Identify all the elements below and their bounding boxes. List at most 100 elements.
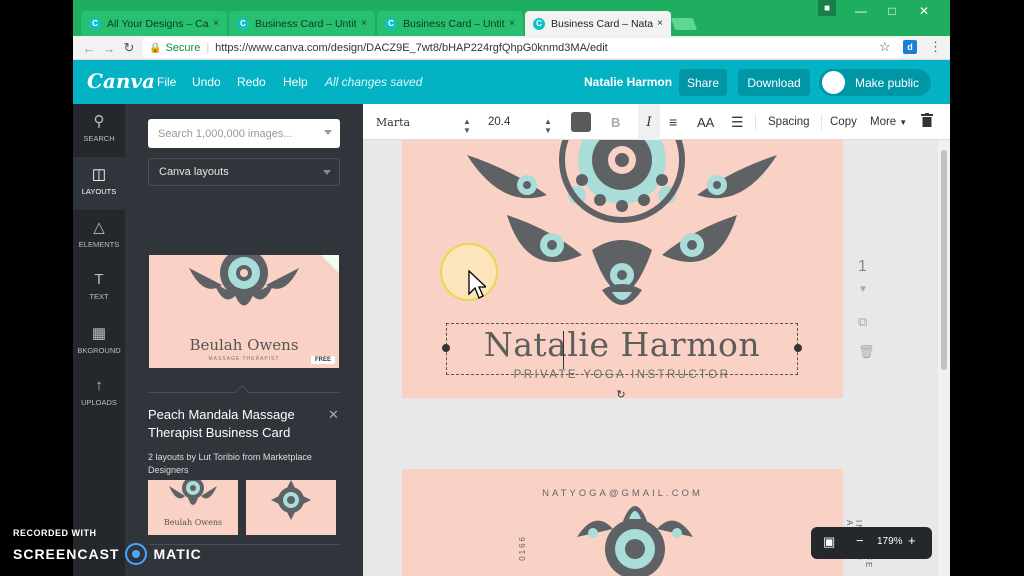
zoom-level[interactable]: 179% (877, 536, 903, 547)
reload-icon[interactable]: ↻ (121, 40, 137, 56)
delete-page-icon[interactable]: 🗑 (858, 344, 875, 360)
card-page-2[interactable] (402, 469, 843, 576)
page-down-icon[interactable]: ▼ (858, 284, 868, 295)
sidenav-text[interactable]: T TEXT (73, 263, 125, 316)
extension-icon[interactable]: d (903, 40, 917, 54)
tab-close-icon[interactable]: × (657, 18, 663, 29)
layout-thumbnail[interactable]: Beulah Owens MASSAGE THERAPIST FREE (149, 255, 339, 368)
minimize-icon[interactable]: — (848, 2, 874, 20)
sidenav-background[interactable]: ▦ BKGROUND (73, 316, 125, 369)
trash-icon[interactable] (921, 113, 933, 127)
layout-option-2[interactable] (246, 480, 336, 535)
tab-business-card-2[interactable]: C Business Card – Untitled × (377, 11, 523, 36)
chevron-down-icon (323, 170, 331, 175)
tab-all-designs[interactable]: C All Your Designs – Canva × (81, 11, 227, 36)
layouts-panel: Search 1,000,000 images... Canva layouts (125, 104, 363, 576)
bold-button[interactable]: B (611, 104, 620, 140)
user-profile-icon[interactable]: ■ (818, 0, 836, 16)
tab-close-icon[interactable]: × (361, 18, 367, 29)
close-window-icon[interactable]: ✕ (911, 2, 937, 20)
tab-close-icon[interactable]: × (509, 18, 515, 29)
url-separator: | (206, 42, 210, 54)
free-badge: FREE (310, 356, 335, 364)
make-public-toggle[interactable]: Make public (819, 69, 931, 96)
tab-label: All Your Designs – Canva (107, 17, 209, 30)
sidenav-layouts[interactable]: ◫ LAYOUTS (73, 157, 125, 210)
download-button[interactable]: Download (738, 69, 810, 96)
menu-undo[interactable]: Undo (192, 75, 221, 89)
text-caret (563, 331, 564, 369)
mini-name: Beulah Owens (163, 518, 223, 527)
tab-business-card-1[interactable]: C Business Card – Untitled × (229, 11, 375, 36)
scrollbar-thumb[interactable] (941, 150, 947, 370)
text-case-button[interactable]: AA (697, 104, 714, 140)
search-icon: ⚲ (93, 113, 105, 130)
sidenav-uploads[interactable]: ↑ UPLOADS (73, 369, 125, 422)
thumb-name: Beulah Owens (189, 336, 299, 354)
canva-favicon-icon: C (237, 17, 249, 30)
tab-business-card-natalie[interactable]: C Business Card – Natalie H × (525, 11, 671, 36)
sidenav-search[interactable]: ⚲ SEARCH (73, 104, 125, 157)
maximize-icon[interactable]: □ (879, 2, 905, 20)
sidenav-elements[interactable]: △ ELEMENTS (73, 210, 125, 263)
canva-favicon-icon: C (533, 17, 545, 30)
save-status: All changes saved (325, 75, 423, 89)
copy-button[interactable]: Copy (830, 104, 857, 140)
canva-logo[interactable]: Canva (87, 69, 155, 93)
zoom-in-button[interactable]: + (908, 533, 916, 548)
card-email-text[interactable]: NATYOGA@GMAIL.COM (402, 488, 843, 499)
card-vertical-phone[interactable]: 0166 (518, 535, 527, 561)
upload-icon: ↑ (95, 377, 103, 394)
user-name[interactable]: Natalie Harmon (584, 75, 672, 89)
select-value: Canva layouts (159, 166, 229, 178)
layout-option-1[interactable]: Beulah Owens (148, 480, 238, 535)
make-public-label: Make public (855, 75, 920, 90)
italic-button[interactable]: I (638, 104, 660, 140)
background-icon: ▦ (91, 325, 107, 342)
layout-source-select[interactable]: Canva layouts (148, 158, 340, 186)
bookmark-star-icon[interactable]: ☆ (879, 39, 891, 55)
new-tab-button[interactable] (670, 18, 698, 30)
font-size-field[interactable]: 20.4 (488, 104, 510, 140)
text-color-swatch[interactable] (571, 112, 591, 132)
font-updown-icon[interactable]: ▲ ▼ (463, 117, 471, 135)
align-center-icon[interactable]: ≡ (669, 104, 677, 140)
rotate-handle-icon[interactable]: ↻ (614, 388, 628, 402)
mandala-graphic (467, 140, 777, 305)
toolbar-divider (821, 114, 822, 130)
list-icon[interactable]: ☰ (731, 104, 744, 140)
menu-help[interactable]: Help (283, 75, 308, 89)
more-button[interactable]: More ▼ (870, 104, 907, 140)
present-icon[interactable]: ▣ (823, 534, 835, 550)
size-updown-icon[interactable]: ▲ ▼ (544, 117, 552, 135)
share-button[interactable]: Share (679, 69, 727, 96)
menu-redo[interactable]: Redo (237, 75, 266, 89)
url-field[interactable]: 🔒 Secure | https://www.canva.com/design/… (143, 38, 903, 58)
spacing-button[interactable]: Spacing (768, 104, 810, 140)
more-label: More (870, 116, 897, 128)
tab-close-icon[interactable]: × (213, 18, 219, 29)
mandala-graphic (169, 480, 217, 505)
card-subtitle-text[interactable]: PRIVATE YOGA INSTRUCTOR (446, 369, 798, 381)
back-icon[interactable]: ← (81, 40, 97, 56)
image-search-input[interactable]: Search 1,000,000 images... (148, 119, 340, 148)
card-name-text[interactable]: Natalie Harmon (446, 325, 798, 364)
tab-label: Business Card – Untitled (255, 17, 357, 30)
font-select[interactable]: Marta (376, 104, 410, 140)
side-nav: ⚲ SEARCH ◫ LAYOUTS △ ELEMENTS T TEXT ▦ B… (73, 104, 125, 576)
lock-icon: 🔒 (149, 42, 162, 54)
browser-menu-icon[interactable]: ⋮ (929, 39, 942, 55)
canva-header: Canva File Undo Redo Help All changes sa… (73, 60, 950, 104)
watermark-screencast: SCREENCAST (13, 546, 120, 562)
right-letterbox (950, 0, 1024, 576)
chevron-down-icon: ▼ (899, 117, 908, 127)
menu-file[interactable]: File (157, 75, 176, 89)
layout-description: 2 layouts by Lut Toribio from Marketplac… (148, 452, 312, 475)
mandala-graphic (189, 255, 299, 306)
zoom-out-button[interactable]: − (856, 533, 864, 548)
close-icon[interactable]: ✕ (328, 407, 339, 423)
duplicate-page-icon[interactable]: ⧉ (858, 314, 867, 330)
record-icon (125, 543, 148, 565)
toggle-knob (822, 71, 845, 94)
forward-icon[interactable]: → (101, 40, 117, 56)
